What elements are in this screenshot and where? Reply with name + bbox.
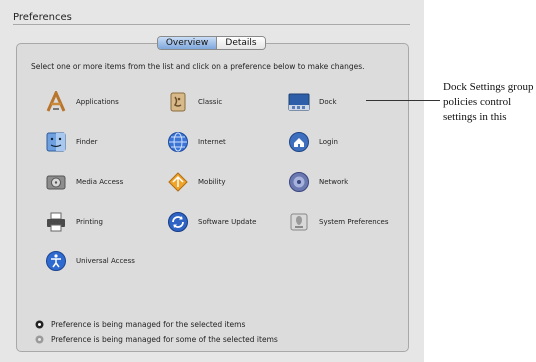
pref-internet[interactable]: Internet <box>167 131 226 153</box>
managed-all-icon <box>35 320 44 329</box>
legend-managed-some: Preference is being managed for some of … <box>35 335 278 344</box>
dock-icon <box>288 91 310 113</box>
pref-label: Printing <box>76 218 103 226</box>
preferences-window: Preferences Overview Details Select one … <box>0 0 424 362</box>
legend-managed-all: Preference is being managed for the sele… <box>35 320 245 329</box>
pref-label: Software Update <box>198 218 257 226</box>
system-preferences-icon <box>288 211 310 233</box>
pref-label: Universal Access <box>76 257 135 265</box>
pref-label: Internet <box>198 138 226 146</box>
callout-line-1: Dock Settings group <box>443 81 534 93</box>
pref-label: Dock <box>319 98 337 106</box>
pref-finder[interactable]: Finder <box>45 131 98 153</box>
pref-classic[interactable]: Classic <box>167 91 222 113</box>
pref-label: Mobility <box>198 178 226 186</box>
internet-icon <box>167 131 189 153</box>
pref-label: Finder <box>76 138 98 146</box>
window-title: Preferences <box>13 12 72 23</box>
view-segmented-control: Overview Details <box>157 36 266 50</box>
pref-label: Network <box>319 178 349 186</box>
pref-login[interactable]: Login <box>288 131 338 153</box>
applications-icon <box>45 91 67 113</box>
software-update-icon <box>167 211 189 233</box>
media-access-icon <box>45 171 67 193</box>
preferences-panel <box>16 43 409 352</box>
callout-line-2: policies control <box>443 96 512 108</box>
pref-universal-access[interactable]: Universal Access <box>45 250 135 272</box>
legend-text: Preference is being managed for the sele… <box>51 320 246 329</box>
pref-label: Login <box>319 138 338 146</box>
tab-overview[interactable]: Overview <box>158 37 217 49</box>
managed-some-icon <box>35 335 44 344</box>
pref-media-access[interactable]: Media Access <box>45 171 123 193</box>
pref-label: Classic <box>198 98 223 106</box>
pref-label: System Preferences <box>319 218 389 226</box>
callout-leader-line <box>366 100 440 101</box>
pref-printing[interactable]: Printing <box>45 211 103 233</box>
tab-details[interactable]: Details <box>217 37 265 49</box>
mobility-icon <box>167 171 189 193</box>
pref-mobility[interactable]: Mobility <box>167 171 226 193</box>
title-divider <box>13 24 410 25</box>
universal-access-icon <box>45 250 67 272</box>
pref-label: Media Access <box>76 178 124 186</box>
dock-callout: Dock Settings group policies control set… <box>443 80 536 125</box>
pref-label: Applications <box>76 98 119 106</box>
pref-system-preferences[interactable]: System Preferences <box>288 211 389 233</box>
login-icon <box>288 131 310 153</box>
pref-applications[interactable]: Applications <box>45 91 119 113</box>
pref-software-update[interactable]: Software Update <box>167 211 256 233</box>
pref-dock[interactable]: Dock <box>288 91 337 113</box>
printing-icon <box>45 211 67 233</box>
callout-line-3: settings in this <box>443 111 507 123</box>
network-icon <box>288 171 310 193</box>
classic-icon <box>167 91 189 113</box>
legend-text: Preference is being managed for some of … <box>51 335 278 344</box>
instructions-text: Select one or more items from the list a… <box>31 62 365 71</box>
finder-icon <box>45 131 67 153</box>
pref-network[interactable]: Network <box>288 171 348 193</box>
